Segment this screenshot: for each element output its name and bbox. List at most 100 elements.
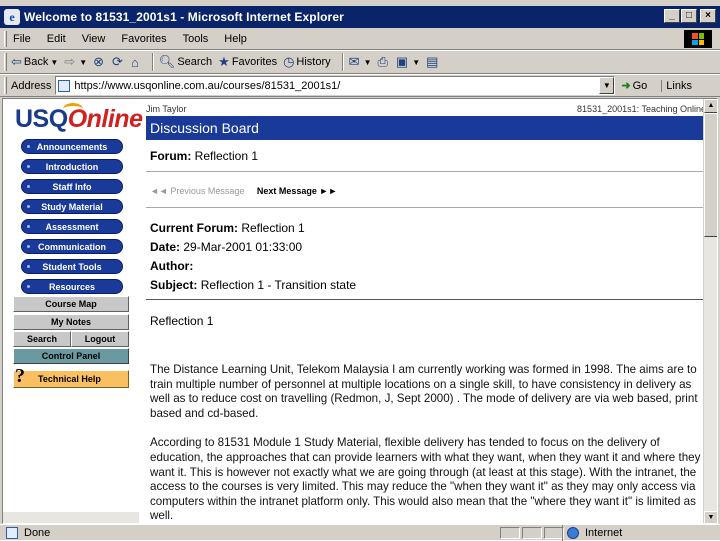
search-label: Search [177, 56, 213, 68]
subject-value: Reflection 1 - Transition state [200, 278, 357, 292]
scroll-up-button[interactable]: ▲ [704, 99, 717, 113]
technical-help-button[interactable]: Technical Help [13, 370, 129, 388]
address-bar: Address https://www.usqonline.com.au/cou… [0, 74, 720, 97]
previous-message-link[interactable]: ◄◄ Previous Message [150, 186, 244, 196]
forum-heading: Forum: Reflection 1 [150, 149, 258, 163]
forum-label: Forum: [150, 149, 192, 163]
status-text: Done [24, 526, 51, 539]
menu-file[interactable]: File [13, 33, 31, 45]
status-cell [544, 527, 564, 539]
go-button[interactable]: ➜ Go [621, 79, 648, 93]
chevron-down-icon[interactable]: ▼ [412, 58, 420, 67]
search-button[interactable]: 🔍︎ Search [159, 54, 212, 70]
address-grip[interactable] [4, 77, 7, 94]
course-map-button[interactable]: Course Map [13, 296, 129, 312]
message-navigation: ◄◄ Previous Message Next Message ►► [150, 186, 337, 196]
status-cell [500, 527, 520, 539]
vertical-scrollbar[interactable]: ▲ ▼ [703, 99, 717, 523]
page-viewport: USQOnline Announcements Introduction Sta… [2, 98, 718, 524]
author-row: Author: [150, 259, 193, 273]
scroll-thumb[interactable] [704, 113, 717, 237]
history-button[interactable]: ◷ History [283, 54, 331, 70]
menu-grip[interactable] [4, 30, 7, 47]
logout-button[interactable]: Logout [71, 331, 129, 347]
current-forum-value: Reflection 1 [241, 221, 305, 235]
logo-swoosh-icon [63, 103, 83, 115]
favorites-button[interactable]: ★ Favorites [218, 54, 277, 70]
message-body: The Distance Learning Unit, Telekom Mala… [150, 363, 702, 523]
message-paragraph: The Distance Learning Unit, Telekom Mala… [150, 363, 698, 420]
toolbar-separator [341, 53, 344, 71]
address-url[interactable]: https://www.usqonline.com.au/courses/815… [74, 80, 340, 92]
date-value: 29-Mar-2001 01:33:00 [183, 240, 303, 254]
mail-icon: ✉ [348, 54, 360, 69]
author-label: Author: [150, 259, 194, 273]
nav-assessment[interactable]: Assessment [21, 219, 123, 234]
refresh-button[interactable]: ⟳ [112, 54, 125, 70]
my-notes-button[interactable]: My Notes [13, 314, 129, 330]
nav-announcements[interactable]: Announcements [21, 139, 123, 154]
history-label: History [296, 56, 331, 68]
chevron-down-icon[interactable]: ▼ [50, 58, 58, 67]
forum-name: Reflection 1 [194, 149, 259, 163]
frame-scroll-track [3, 512, 139, 523]
edit-button[interactable]: ▣ ▼ [396, 54, 420, 70]
toolbar-separator [151, 53, 154, 71]
back-arrow-icon: ⇦ [11, 54, 22, 69]
mail-button[interactable]: ✉ ▼ [349, 54, 372, 70]
print-button[interactable]: ⎙ [377, 54, 389, 70]
nav-student-tools[interactable]: Student Tools [21, 259, 123, 274]
minimize-button[interactable]: _ [664, 9, 680, 23]
stop-button[interactable]: ⊗ [93, 54, 106, 70]
nav-introduction[interactable]: Introduction [21, 159, 123, 174]
course-sidebar: USQOnline Announcements Introduction Sta… [3, 99, 143, 523]
favorites-icon: ★ [218, 54, 230, 69]
refresh-icon: ⟳ [112, 54, 123, 69]
go-arrow-icon: ➜ [621, 80, 631, 92]
menu-favorites[interactable]: Favorites [121, 33, 166, 45]
nav-resources[interactable]: Resources [21, 279, 123, 294]
status-cell [522, 527, 542, 539]
go-label: Go [632, 79, 648, 92]
scroll-down-button[interactable]: ▼ [704, 511, 717, 523]
divider [146, 299, 706, 300]
nav-communication[interactable]: Communication [21, 239, 123, 254]
back-button[interactable]: ⇦ Back ▼ [11, 54, 58, 70]
chevron-down-icon[interactable]: ▼ [79, 58, 87, 67]
title-bar: e Welcome to 81531_2001s1 - Microsoft In… [0, 6, 720, 28]
forward-arrow-icon: ⇨ [64, 54, 76, 69]
edit-icon: ▣ [395, 54, 409, 69]
user-name: Jim Taylor [146, 104, 187, 114]
menu-tools[interactable]: Tools [183, 33, 209, 45]
address-input[interactable]: https://www.usqonline.com.au/courses/815… [55, 76, 616, 95]
course-header: Jim Taylor 81531_2001s1: Teaching Online [146, 104, 706, 116]
internet-explorer-icon: e [4, 9, 20, 25]
course-role: 81531_2001s1: Teaching Online [577, 104, 706, 114]
next-message-link[interactable]: Next Message ►► [257, 186, 337, 196]
question-mark-icon: ? [15, 365, 25, 387]
menu-view[interactable]: View [82, 33, 106, 45]
page-icon [58, 79, 71, 92]
message-title: Reflection 1 [150, 314, 214, 328]
home-button[interactable]: ⌂ [131, 55, 141, 70]
maximize-button[interactable]: □ [681, 9, 697, 23]
date-row: Date: 29-Mar-2001 01:33:00 [150, 240, 302, 254]
discuss-button[interactable]: ▤ [426, 54, 440, 70]
stop-icon: ⊗ [93, 54, 105, 69]
search-button[interactable]: Search [13, 331, 71, 347]
address-dropdown-button[interactable]: ▼ [599, 77, 615, 94]
control-panel-button[interactable]: Control Panel [13, 348, 129, 364]
divider [146, 207, 706, 208]
nav-staff-info[interactable]: Staff Info [21, 179, 123, 194]
menu-edit[interactable]: Edit [47, 33, 66, 45]
globe-icon [567, 527, 579, 539]
menu-help[interactable]: Help [224, 33, 247, 45]
forward-button[interactable]: ⇨ ▼ [64, 54, 87, 70]
links-button[interactable]: Links [661, 79, 692, 92]
nav-study-material[interactable]: Study Material [21, 199, 123, 214]
close-button[interactable]: × [700, 9, 716, 23]
chevron-down-icon[interactable]: ▼ [364, 58, 372, 67]
windows-logo-icon [684, 30, 712, 48]
subject-label: Subject: [150, 278, 198, 292]
toolbar-grip[interactable] [4, 53, 7, 71]
